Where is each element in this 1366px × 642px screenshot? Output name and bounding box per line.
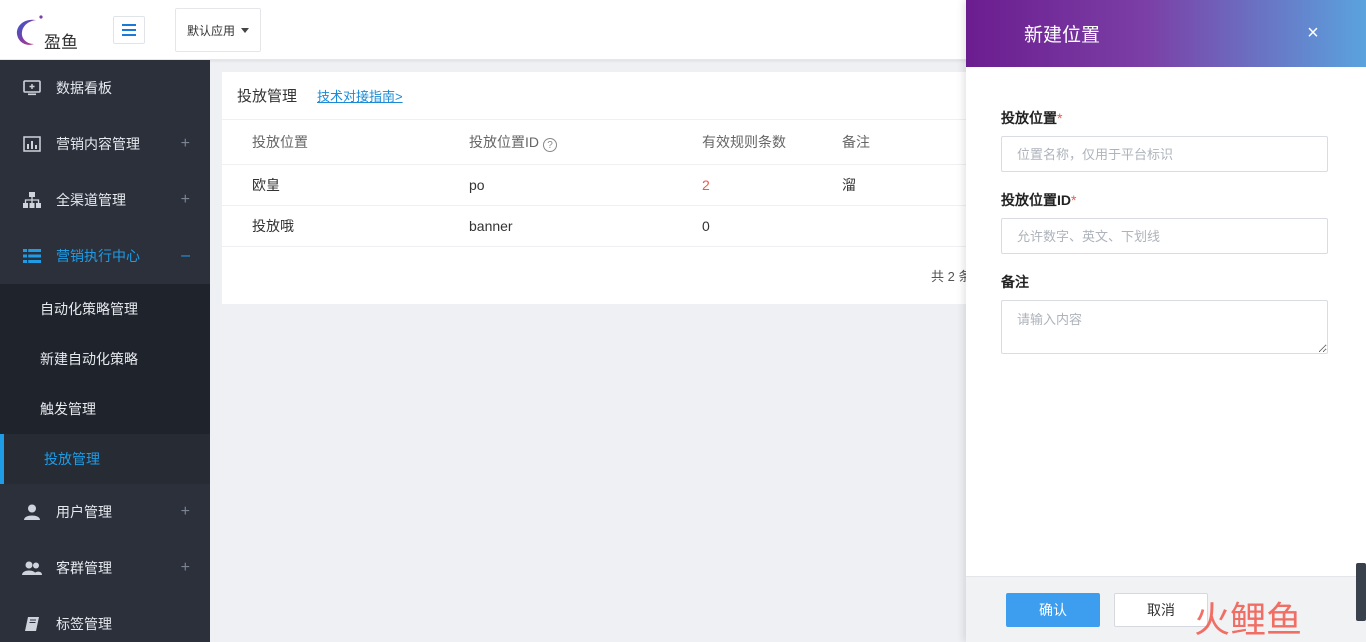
sidebar-item-user-management[interactable]: 用户管理 +	[0, 484, 210, 540]
expand-plus-icon[interactable]: +	[181, 503, 190, 521]
expand-plus-icon[interactable]: +	[181, 191, 190, 209]
app-selector-dropdown[interactable]: 默认应用	[175, 8, 261, 52]
help-icon[interactable]: ?	[543, 138, 557, 152]
submenu-item-trigger-management[interactable]: 触发管理	[0, 384, 210, 434]
required-mark: *	[1057, 110, 1063, 126]
note-field-label: 备注	[1001, 274, 1029, 290]
table-header-row: 投放位置 投放位置ID? 有效规则条数 备注	[222, 120, 966, 165]
caret-down-icon	[241, 27, 249, 33]
placement-list-card: 投放管理 技术对接指南> 投放位置 投放位置ID? 有效规则条数 备注 欧皇 p…	[222, 72, 966, 304]
position-field-label: 投放位置*	[1001, 110, 1063, 126]
sitemap-icon	[22, 190, 42, 210]
sidebar-item-marketing-execution[interactable]: 营销执行中心 –	[0, 228, 210, 284]
sidebar: 数据看板 营销内容管理 + 全渠道管理 + 营销执行中心 – 自动化策略管理 新…	[0, 60, 210, 642]
column-header-position-id: 投放位置ID?	[469, 120, 702, 165]
pagination-total: 共 2 条	[931, 269, 966, 284]
expand-plus-icon[interactable]: +	[181, 135, 190, 153]
brand-logo[interactable]: 盈鱼	[14, 10, 84, 53]
sidebar-item-omnichannel[interactable]: 全渠道管理 +	[0, 172, 210, 228]
user-icon	[22, 502, 42, 522]
submenu-item-new-automation-strategy[interactable]: 新建自动化策略	[0, 334, 210, 384]
book-icon	[22, 614, 42, 634]
position-field-group: 投放位置*	[1001, 108, 1328, 172]
sidebar-item-label: 数据看板	[56, 80, 112, 96]
watermark-logo: 火鲤鱼	[1194, 600, 1302, 638]
position-id-field-label: 投放位置ID*	[1001, 192, 1077, 208]
placement-table: 投放位置 投放位置ID? 有效规则条数 备注 欧皇 po 2 溜 投放哦 ban…	[222, 120, 966, 247]
submenu-item-label: 触发管理	[40, 401, 96, 417]
sidebar-item-label: 用户管理	[56, 504, 112, 520]
sidebar-item-tag-management[interactable]: 标签管理	[0, 596, 210, 642]
logo-text: 盈鱼	[44, 33, 78, 53]
expand-plus-icon[interactable]: +	[181, 559, 190, 577]
sidebar-item-marketing-content[interactable]: 营销内容管理 +	[0, 116, 210, 172]
close-icon[interactable]: ×	[1302, 22, 1324, 44]
position-id-input[interactable]	[1001, 218, 1328, 254]
sidebar-item-audience-management[interactable]: 客群管理 +	[0, 540, 210, 596]
sidebar-item-label: 标签管理	[56, 616, 112, 632]
cell-position: 投放哦	[222, 205, 469, 247]
submenu-marketing-execution: 自动化策略管理 新建自动化策略 触发管理 投放管理	[0, 284, 210, 484]
menu-toggle-button[interactable]	[113, 16, 145, 44]
tech-integration-guide-link[interactable]: 技术对接指南>	[317, 86, 403, 105]
table-row[interactable]: 投放哦 banner 0	[222, 205, 966, 247]
submenu-item-label: 自动化策略管理	[40, 301, 138, 317]
position-id-field-group: 投放位置ID*	[1001, 190, 1328, 254]
monitor-icon	[22, 78, 42, 98]
logo-mark-icon	[16, 15, 43, 45]
column-header-note: 备注	[842, 120, 966, 165]
scroll-indicator[interactable]	[1356, 563, 1366, 621]
sidebar-item-label: 客群管理	[56, 560, 112, 576]
cell-position: 欧皇	[222, 164, 469, 206]
column-header-position: 投放位置	[222, 120, 469, 165]
submenu-item-placement-management[interactable]: 投放管理	[0, 434, 210, 484]
required-mark: *	[1071, 192, 1077, 208]
sidebar-item-label: 营销内容管理	[56, 136, 140, 152]
cell-position-id: po	[469, 164, 702, 206]
table-row[interactable]: 欧皇 po 2 溜	[222, 164, 966, 206]
submenu-item-label: 投放管理	[44, 451, 100, 467]
hamburger-icon	[122, 24, 136, 26]
note-field-group: 备注	[1001, 272, 1328, 357]
note-textarea[interactable]	[1001, 300, 1328, 354]
drawer-title: 新建位置	[1024, 25, 1101, 46]
submenu-item-label: 新建自动化策略	[40, 351, 138, 367]
position-name-input[interactable]	[1001, 136, 1328, 172]
cell-position-id: banner	[469, 205, 702, 247]
app-selector-label: 默认应用	[186, 23, 235, 38]
sidebar-item-dashboard[interactable]: 数据看板	[0, 60, 210, 116]
cell-rule-count[interactable]: 2	[702, 164, 842, 206]
watermark-text: 火鲤鱼	[1194, 600, 1302, 638]
collapse-minus-icon[interactable]: –	[181, 247, 190, 265]
confirm-button[interactable]: 确认	[1006, 593, 1100, 627]
card-header: 投放管理 技术对接指南>	[222, 72, 966, 120]
users-icon	[22, 558, 42, 578]
sidebar-item-label: 营销执行中心	[56, 248, 140, 264]
bar-chart-icon	[22, 134, 42, 154]
drawer-header: 新建位置 ×	[966, 0, 1366, 67]
submenu-item-automation-strategy[interactable]: 自动化策略管理	[0, 284, 210, 334]
list-icon	[22, 246, 42, 266]
column-header-rule-count: 有效规则条数	[702, 120, 842, 165]
cell-note: 溜	[842, 164, 966, 206]
page-title: 投放管理	[237, 88, 298, 105]
cell-rule-count: 0	[702, 205, 842, 247]
sidebar-item-label: 全渠道管理	[56, 192, 126, 208]
cell-note	[842, 205, 966, 247]
new-placement-drawer: 新建位置 × 投放位置* 投放位置ID* 备注 确认 取消 火鲤鱼	[966, 0, 1366, 642]
